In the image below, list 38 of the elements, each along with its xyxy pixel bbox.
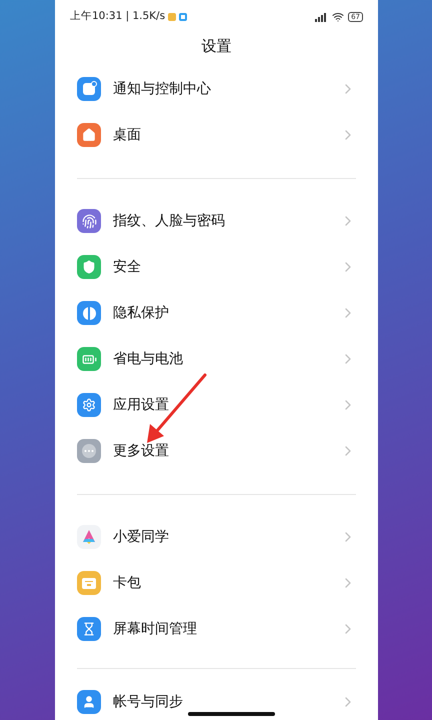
- home-icon: [77, 123, 101, 147]
- privacy-icon: [77, 301, 101, 325]
- item-label: 应用设置: [113, 396, 170, 414]
- settings-item[interactable]: 更多设置: [55, 428, 378, 474]
- wallet-icon: [77, 571, 101, 595]
- item-label: 安全: [113, 258, 142, 276]
- settings-item[interactable]: 隐私保护: [55, 290, 378, 336]
- shield-icon: [77, 255, 101, 279]
- item-label: 省电与电池: [113, 350, 184, 368]
- item-label: 卡包: [113, 574, 142, 592]
- settings-item[interactable]: 指纹、人脸与密码: [55, 198, 378, 244]
- settings-item[interactable]: 安全: [55, 244, 378, 290]
- item-label: 桌面: [113, 126, 142, 144]
- item-label: 小爱同学: [113, 528, 170, 546]
- settings-item[interactable]: 卡包: [55, 560, 378, 606]
- user-icon: [77, 690, 101, 714]
- battery-icon: [77, 347, 101, 371]
- item-label: 指纹、人脸与密码: [113, 212, 226, 230]
- hourglass-icon: [77, 617, 101, 641]
- signal-icon: [315, 12, 328, 22]
- item-label: 隐私保护: [113, 304, 170, 322]
- settings-item[interactable]: 屏幕时间管理: [55, 606, 378, 652]
- status-time: 上午10:31 | 1.5K/s: [70, 9, 166, 24]
- settings-item[interactable]: 通知与控制中心: [55, 66, 378, 112]
- more-icon: [77, 439, 101, 463]
- item-label: 更多设置: [113, 442, 170, 460]
- page-title: 设置: [202, 36, 232, 57]
- settings-item[interactable]: 省电与电池: [55, 336, 378, 382]
- settings-item[interactable]: 小爱同学: [55, 514, 378, 560]
- fingerprint-icon: [77, 209, 101, 233]
- notification-icon: [77, 77, 101, 101]
- settings-item[interactable]: 桌面: [55, 112, 378, 158]
- triangle-logo-icon: [77, 525, 101, 549]
- item-label: 屏幕时间管理: [113, 620, 198, 638]
- settings-item[interactable]: 应用设置: [55, 382, 378, 428]
- item-label: 帐号与同步: [113, 692, 184, 712]
- item-label: 通知与控制中心: [113, 80, 212, 98]
- settings-icon: [77, 393, 101, 417]
